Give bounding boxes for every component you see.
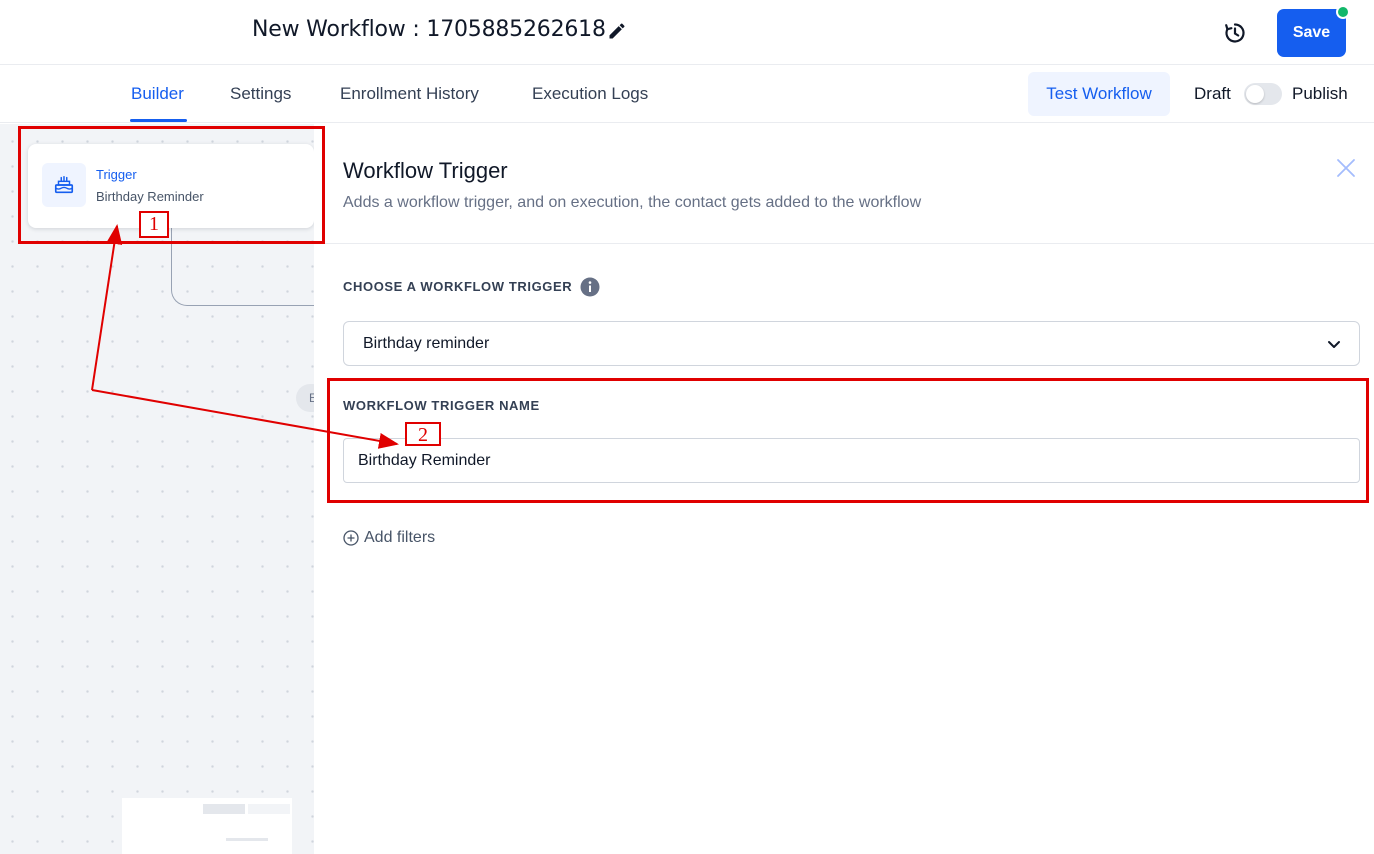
publish-label: Publish <box>1292 84 1348 103</box>
active-tab-indicator <box>130 119 187 122</box>
node-connector <box>171 228 314 306</box>
selected-trigger: Birthday reminder <box>363 335 490 352</box>
plus-circle-icon <box>343 530 359 546</box>
panel-subtitle: Adds a workflow trigger, and on executio… <box>343 194 922 211</box>
node-type-label: Trigger <box>96 167 137 182</box>
workflow-title: New Workflow : 1705885262618 <box>252 17 606 42</box>
add-filters-link[interactable]: Add filters <box>343 529 435 547</box>
chevron-down-icon <box>1328 341 1340 348</box>
add-filters-label: Add filters <box>364 529 436 546</box>
tab-execution-logs[interactable]: Execution Logs <box>532 84 648 104</box>
tab-bar: Builder Settings Enrollment History Exec… <box>0 65 1374 123</box>
annotation-marker-2: 2 <box>405 422 441 446</box>
minimap-block <box>226 838 268 841</box>
trigger-type-select[interactable]: Birthday reminder <box>343 321 1360 366</box>
publish-toggle[interactable] <box>1244 83 1282 105</box>
trigger-name-label: WORKFLOW TRIGGER NAME <box>343 398 540 413</box>
tab-settings[interactable]: Settings <box>230 84 291 104</box>
tab-builder[interactable]: Builder <box>131 84 184 104</box>
trigger-name-input[interactable] <box>343 438 1360 483</box>
draft-label: Draft <box>1194 84 1231 103</box>
canvas-minimap[interactable] <box>122 798 292 854</box>
trigger-node[interactable]: Trigger Birthday Reminder <box>28 144 314 228</box>
choose-trigger-label: CHOOSE A WORKFLOW TRIGGER <box>343 279 573 294</box>
top-bar: New Workflow : 1705885262618 Save <box>0 0 1374 65</box>
close-icon[interactable] <box>1336 158 1356 178</box>
annotation-marker-1: 1 <box>139 211 169 238</box>
minimap-block <box>203 804 245 814</box>
history-icon[interactable] <box>1222 20 1248 46</box>
toggle-knob <box>1246 85 1264 103</box>
unsaved-status-dot <box>1336 5 1350 19</box>
info-icon[interactable] <box>580 277 600 297</box>
cake-icon <box>42 163 86 207</box>
minimap-block <box>248 804 290 814</box>
panel-header: Workflow Trigger Adds a workflow trigger… <box>314 124 1374 244</box>
trigger-settings-panel: Workflow Trigger Adds a workflow trigger… <box>314 124 1374 854</box>
test-workflow-button[interactable]: Test Workflow <box>1028 72 1170 116</box>
node-name-label: Birthday Reminder <box>96 189 204 204</box>
collapsed-action-pill[interactable]: E <box>296 384 314 412</box>
tab-enrollment-history[interactable]: Enrollment History <box>340 84 479 104</box>
pencil-icon[interactable] <box>607 21 627 41</box>
panel-title: Workflow Trigger <box>343 158 508 183</box>
save-button[interactable]: Save <box>1277 9 1346 57</box>
